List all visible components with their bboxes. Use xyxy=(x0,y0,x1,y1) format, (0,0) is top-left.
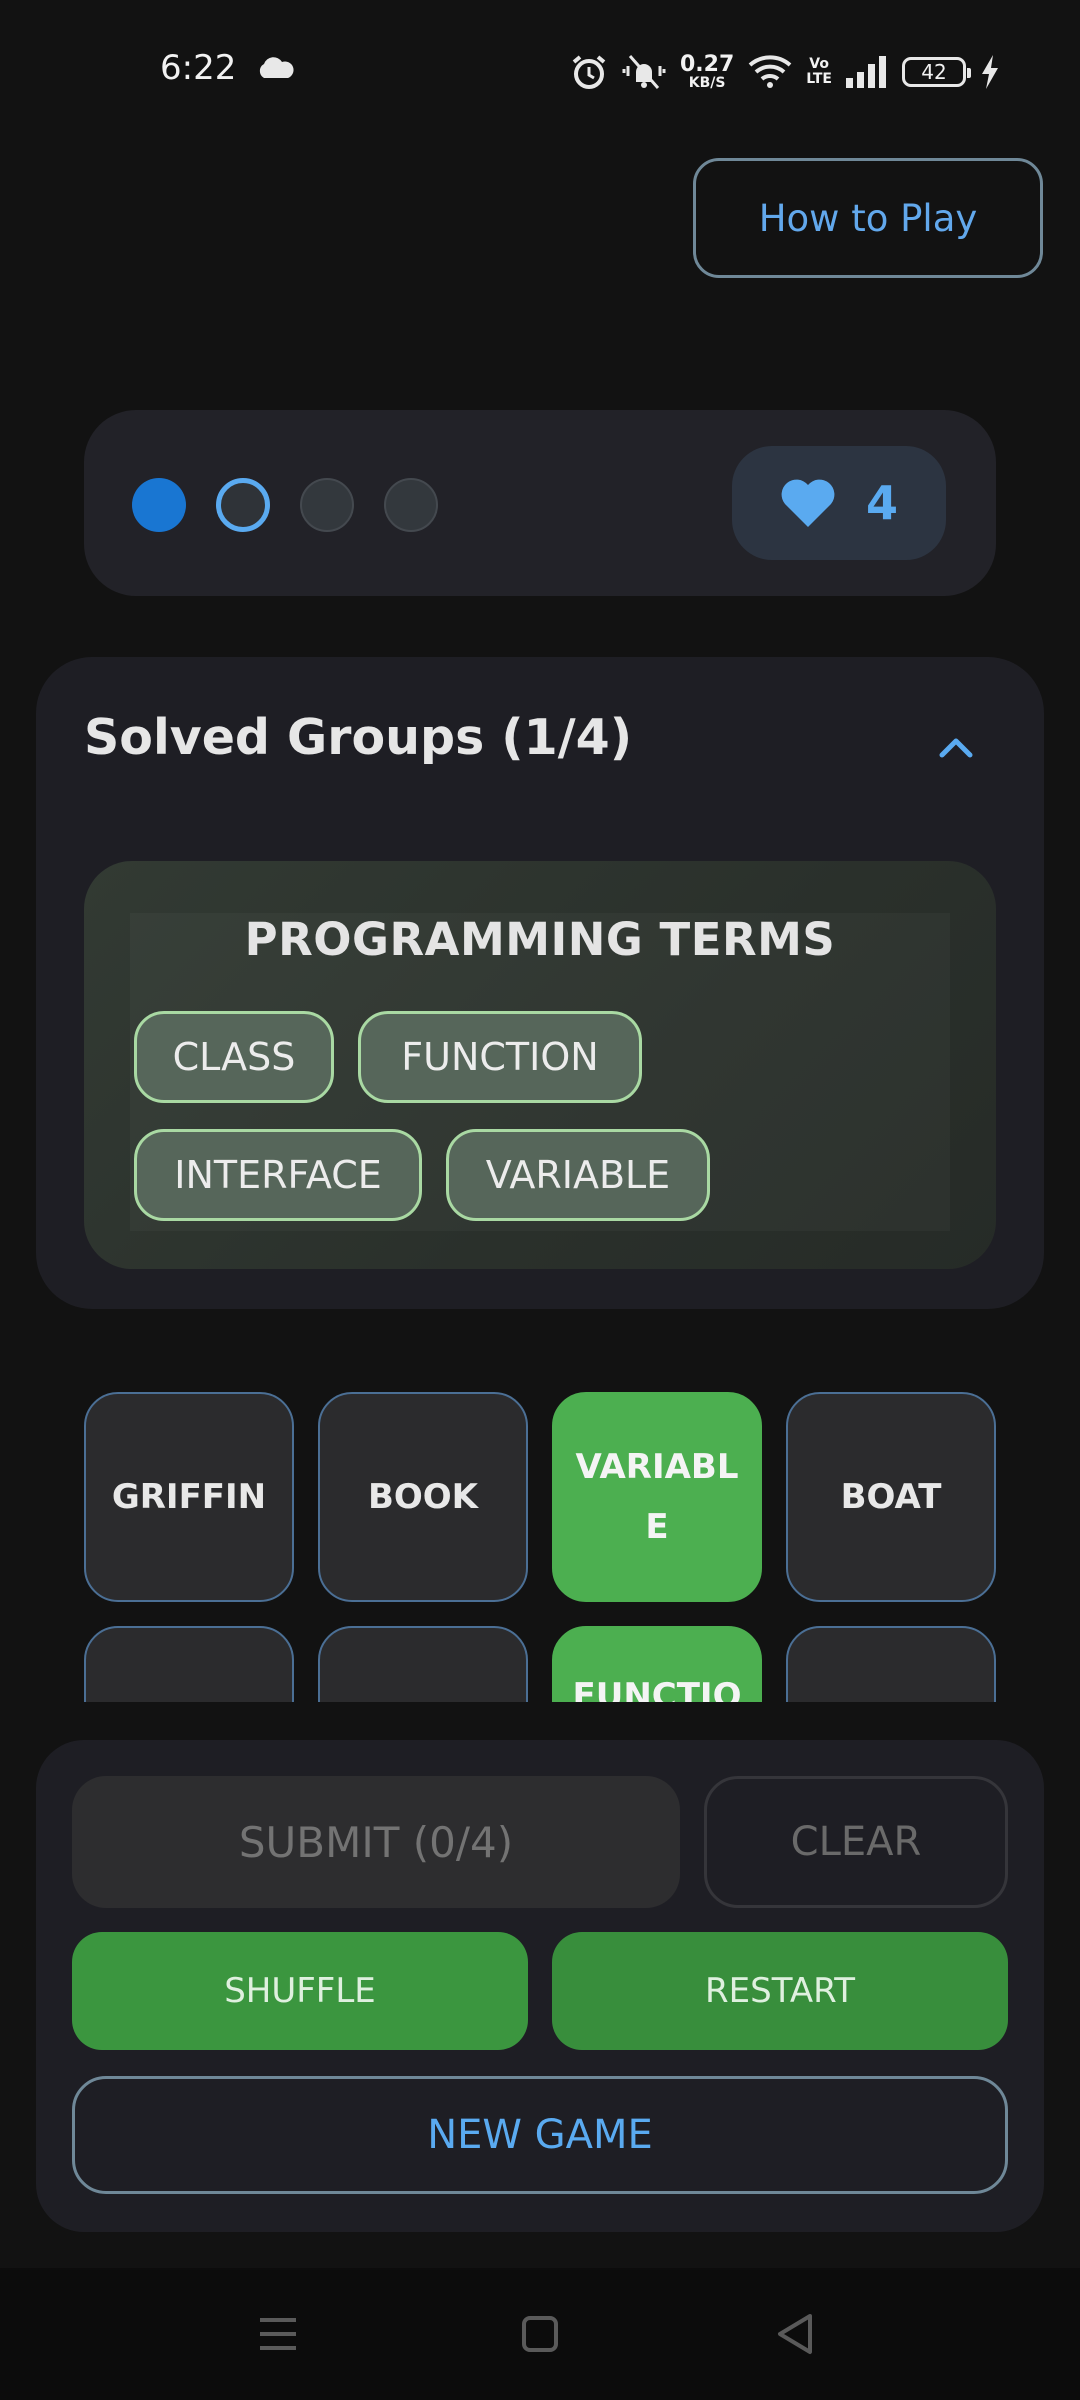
battery-icon: 42 xyxy=(902,57,971,87)
volte-indicator: Vo LTE xyxy=(806,57,832,87)
status-time: 6:22 xyxy=(160,48,237,88)
status-bar: 6:22 0.27 KB/S Vo LTE 42 xyxy=(0,0,1080,140)
signal-icon xyxy=(846,56,886,88)
net-speed: 0.27 KB/S xyxy=(680,52,735,91)
solved-word-chip: FUNCTION xyxy=(358,1011,642,1103)
word-tile-4[interactable]: BOAT xyxy=(786,1392,996,1602)
lives-count: 4 xyxy=(865,476,898,530)
shuffle-button[interactable]: SHUFFLE xyxy=(72,1932,528,2050)
battery-level: 42 xyxy=(921,60,947,84)
restart-button[interactable]: RESTART xyxy=(552,1932,1008,2050)
heart-icon xyxy=(781,479,835,527)
word-grid[interactable]: GRIFFIN BOOK VARIABL E BOAT FUNCTIO xyxy=(0,1392,1080,1702)
word-tile-7[interactable]: FUNCTIO xyxy=(552,1626,762,1702)
solved-word-chip: CLASS xyxy=(134,1011,334,1103)
progress-card: 4 xyxy=(84,410,996,596)
wifi-icon xyxy=(748,55,792,88)
net-speed-unit: KB/S xyxy=(688,75,726,91)
screen: 6:22 0.27 KB/S Vo LTE 42 How to Play 4 S… xyxy=(0,0,1080,2400)
back-icon[interactable] xyxy=(770,2308,822,2360)
status-icons: 0.27 KB/S Vo LTE 42 xyxy=(570,48,1000,96)
vibrate-off-icon xyxy=(622,55,666,89)
volte-top: Vo xyxy=(809,56,829,72)
solved-word-chip: INTERFACE xyxy=(134,1129,422,1221)
controls-panel: SUBMIT (0/4) CLEAR SHUFFLE RESTART NEW G… xyxy=(36,1740,1044,2232)
word-tile-3[interactable]: VARIABL E xyxy=(552,1392,762,1602)
clear-button[interactable]: CLEAR xyxy=(704,1776,1008,1908)
cloud-icon xyxy=(259,57,294,78)
word-tile-2[interactable]: BOOK xyxy=(318,1392,528,1602)
solved-groups-card: Solved Groups (1/4) PROGRAMMING TERMS CL… xyxy=(36,657,1044,1309)
system-nav-bar xyxy=(0,2268,1080,2400)
solved-word-chip: VARIABLE xyxy=(446,1129,710,1221)
word-tile-6[interactable] xyxy=(318,1626,528,1702)
lives-badge: 4 xyxy=(732,446,946,560)
group-progress-dot-1 xyxy=(132,478,186,532)
chevron-up-icon[interactable] xyxy=(934,725,978,769)
word-tile-1[interactable]: GRIFFIN xyxy=(84,1392,294,1602)
solved-group-name: PROGRAMMING TERMS xyxy=(244,913,836,966)
alarm-icon xyxy=(572,55,606,89)
word-tile-8[interactable] xyxy=(786,1626,996,1702)
word-tile-5[interactable] xyxy=(84,1626,294,1702)
charging-bolt-icon xyxy=(982,55,998,89)
solved-group-content: PROGRAMMING TERMS CLASS FUNCTION INTERFA… xyxy=(130,913,950,1231)
home-icon[interactable] xyxy=(514,2308,566,2360)
group-progress-dot-2 xyxy=(216,478,270,532)
how-to-play-button[interactable]: How to Play xyxy=(693,158,1043,278)
solved-groups-title: Solved Groups (1/4) xyxy=(84,709,633,766)
solved-group-panel: PROGRAMMING TERMS CLASS FUNCTION INTERFA… xyxy=(84,861,996,1269)
menu-icon[interactable] xyxy=(252,2308,304,2360)
net-speed-value: 0.27 xyxy=(680,52,735,77)
new-game-button[interactable]: NEW GAME xyxy=(72,2076,1008,2194)
volte-bottom: LTE xyxy=(806,71,832,87)
submit-button[interactable]: SUBMIT (0/4) xyxy=(72,1776,680,1908)
group-progress-dot-3 xyxy=(300,478,354,532)
group-progress-dot-4 xyxy=(384,478,438,532)
